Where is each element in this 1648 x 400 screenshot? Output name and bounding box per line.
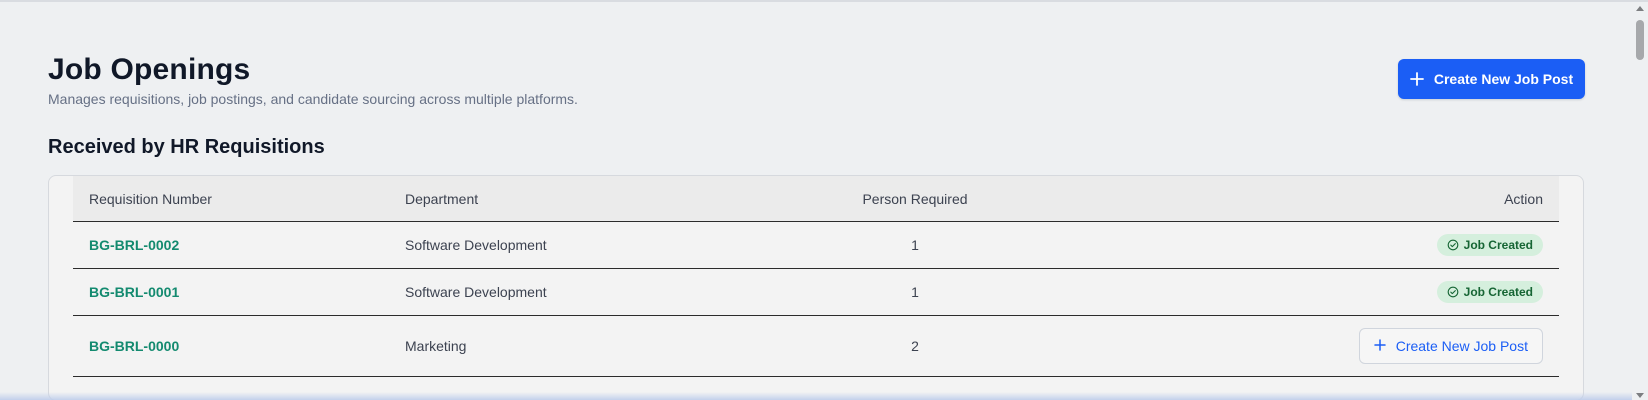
badge-label: Job Created bbox=[1463, 285, 1533, 299]
table-row: BG-BRL-0000 Marketing 2 Create New Job P… bbox=[73, 316, 1559, 377]
scrollbar-thumb[interactable] bbox=[1636, 20, 1644, 60]
job-created-badge: Job Created bbox=[1436, 234, 1543, 256]
scroll-up-arrow-icon[interactable] bbox=[1636, 6, 1644, 11]
badge-label: Job Created bbox=[1463, 238, 1533, 252]
job-openings-page: Job Openings Manages requisitions, job p… bbox=[0, 0, 1648, 400]
requisition-number-link[interactable]: BG-BRL-0000 bbox=[89, 338, 179, 354]
job-created-badge: Job Created bbox=[1436, 281, 1543, 303]
column-header-department: Department bbox=[405, 190, 479, 207]
check-circle-icon bbox=[1447, 286, 1459, 298]
bottom-edge-shade bbox=[0, 392, 1632, 400]
section-title: Received by HR Requisitions bbox=[48, 136, 325, 158]
table-row: BG-BRL-0002 Software Development 1 Job C… bbox=[73, 222, 1559, 269]
table-row: BG-BRL-0001 Software Development 1 Job C… bbox=[73, 269, 1559, 316]
requisition-number-link[interactable]: BG-BRL-0001 bbox=[89, 284, 179, 300]
column-header-person-required: Person Required bbox=[862, 190, 968, 207]
person-required-cell: 1 bbox=[911, 284, 919, 300]
check-circle-icon bbox=[1447, 239, 1459, 251]
scroll-down-arrow-icon[interactable] bbox=[1636, 393, 1644, 398]
department-cell: Marketing bbox=[405, 338, 467, 354]
plus-icon bbox=[1373, 339, 1388, 353]
page-header: Job Openings Manages requisitions, job p… bbox=[48, 50, 578, 108]
create-new-job-post-label: Create New Job Post bbox=[1433, 71, 1574, 87]
column-header-requisition-number: Requisition Number bbox=[89, 190, 212, 207]
department-cell: Software Development bbox=[405, 237, 547, 253]
requisitions-card: Requisition Number Department Person Req… bbox=[48, 175, 1584, 400]
page-title: Job Openings bbox=[48, 53, 251, 86]
vertical-scrollbar[interactable] bbox=[1632, 2, 1648, 400]
row-create-new-job-post-label: Create New Job Post bbox=[1395, 338, 1528, 354]
plus-icon bbox=[1409, 72, 1424, 86]
requisitions-table: Requisition Number Department Person Req… bbox=[73, 176, 1559, 377]
person-required-cell: 1 bbox=[911, 237, 919, 253]
page-subtitle: Manages requisitions, job postings, and … bbox=[48, 91, 578, 107]
create-new-job-post-button[interactable]: Create New Job Post bbox=[1398, 59, 1585, 99]
person-required-cell: 2 bbox=[911, 338, 919, 354]
department-cell: Software Development bbox=[405, 284, 547, 300]
table-header: Requisition Number Department Person Req… bbox=[73, 176, 1559, 222]
column-header-action: Action bbox=[1504, 190, 1543, 207]
row-create-new-job-post-button[interactable]: Create New Job Post bbox=[1358, 328, 1543, 364]
requisition-number-link[interactable]: BG-BRL-0002 bbox=[89, 237, 179, 253]
